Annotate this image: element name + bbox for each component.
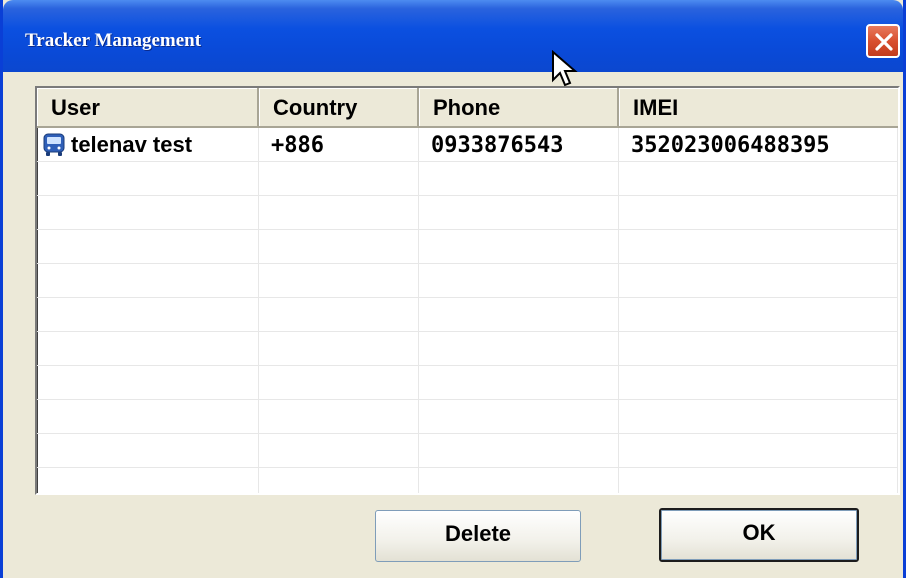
empty-table-row (37, 468, 898, 493)
empty-cell (37, 434, 259, 467)
empty-cell (619, 468, 898, 493)
empty-cell (37, 264, 259, 297)
empty-cell (419, 230, 619, 263)
empty-cell (419, 332, 619, 365)
empty-cell (259, 332, 419, 365)
empty-table-row (37, 298, 898, 332)
empty-cell (419, 366, 619, 399)
empty-table-row (37, 264, 898, 298)
empty-cell (259, 468, 419, 493)
list-body: telenav test +886 0933876543 35202300648… (37, 128, 898, 493)
empty-cell (619, 264, 898, 297)
empty-cell (259, 230, 419, 263)
title-bar[interactable]: Tracker Management (3, 0, 903, 72)
empty-cell (619, 162, 898, 195)
empty-cell (619, 298, 898, 331)
ok-button[interactable]: OK (659, 508, 859, 562)
column-header-country[interactable]: Country (259, 88, 419, 128)
empty-cell (619, 332, 898, 365)
empty-cell (37, 332, 259, 365)
empty-cell (619, 366, 898, 399)
empty-cell (619, 230, 898, 263)
empty-cell (37, 162, 259, 195)
empty-cell (259, 400, 419, 433)
empty-cell (259, 196, 419, 229)
column-header-phone[interactable]: Phone (419, 88, 619, 128)
empty-cell (259, 298, 419, 331)
empty-cell (37, 230, 259, 263)
mouse-cursor-icon (552, 50, 578, 87)
empty-table-row (37, 230, 898, 264)
empty-cell (419, 400, 619, 433)
empty-table-row (37, 366, 898, 400)
empty-cell (619, 400, 898, 433)
column-header-imei[interactable]: IMEI (619, 88, 898, 128)
empty-cell (259, 162, 419, 195)
empty-cell (419, 162, 619, 195)
bus-icon (43, 133, 65, 157)
tracker-list[interactable]: User Country Phone IMEI telenav test +88… (35, 86, 900, 495)
list-header: User Country Phone IMEI (37, 88, 898, 128)
imei-cell: 352023006488395 (619, 128, 898, 161)
column-header-user[interactable]: User (37, 88, 259, 128)
empty-cell (37, 468, 259, 493)
empty-table-row (37, 196, 898, 230)
empty-table-row (37, 434, 898, 468)
close-button[interactable] (866, 24, 900, 58)
empty-cell (259, 264, 419, 297)
empty-cell (37, 298, 259, 331)
user-cell: telenav test (37, 128, 259, 161)
country-cell: +886 (259, 128, 419, 161)
empty-cell (37, 366, 259, 399)
empty-table-row (37, 400, 898, 434)
empty-cell (419, 468, 619, 493)
empty-cell (419, 264, 619, 297)
window-title: Tracker Management (25, 30, 202, 51)
delete-button[interactable]: Delete (375, 510, 581, 562)
empty-cell (419, 434, 619, 467)
empty-cell (619, 196, 898, 229)
phone-cell: 0933876543 (419, 128, 619, 161)
empty-cell (619, 434, 898, 467)
empty-table-row (37, 162, 898, 196)
tracker-management-dialog: Tracker Management User Country Phone IM… (0, 0, 906, 578)
user-name: telenav test (71, 131, 193, 157)
empty-cell (419, 298, 619, 331)
empty-table-row (37, 332, 898, 366)
empty-cell (37, 400, 259, 433)
empty-cell (419, 196, 619, 229)
empty-cell (259, 366, 419, 399)
close-icon (875, 33, 893, 51)
empty-cell (259, 434, 419, 467)
table-row[interactable]: telenav test +886 0933876543 35202300648… (37, 128, 898, 162)
empty-cell (37, 196, 259, 229)
